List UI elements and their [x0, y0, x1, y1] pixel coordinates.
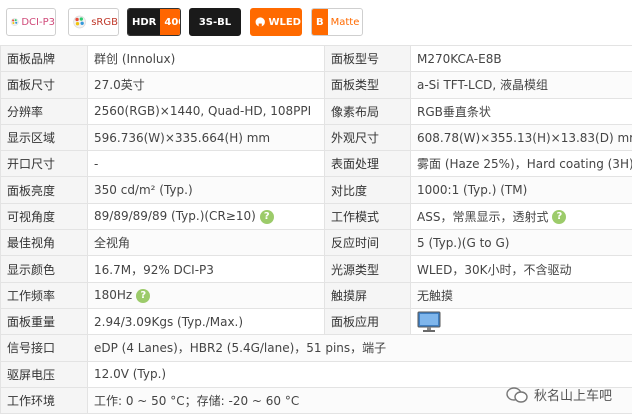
spec-label: 显示颜色	[0, 255, 88, 283]
spec-value: 89/89/89/89 (Typ.)(CR≥10)	[94, 209, 256, 224]
spec-value: RGB垂直条状	[410, 97, 632, 125]
badge-3s-bl: 3S-BL	[189, 8, 241, 36]
table-row: 显示区域 596.736(W)×335.664(H) mm 外观尺寸 608.7…	[0, 123, 632, 152]
help-icon[interactable]: ?	[136, 288, 151, 303]
help-icon[interactable]: ?	[259, 209, 274, 224]
spec-value: 16.7M，92% DCI-P3	[87, 255, 325, 283]
table-row: 最佳视角 全视角 反应时间 5 (Typ.)(G to G)	[0, 229, 632, 257]
spec-label: 工作模式	[324, 202, 411, 231]
spec-value: 27.0英寸	[87, 71, 325, 99]
spec-label: 对比度	[324, 176, 411, 204]
badge-label-matte: Matte	[330, 16, 360, 28]
spec-label: 最佳视角	[0, 229, 88, 257]
light-bulb-icon	[255, 17, 265, 27]
spec-value: WLED，30K小时，不含驱动	[410, 255, 632, 283]
spec-value: 596.736(W)×335.664(H) mm	[87, 123, 325, 152]
spec-value-cell	[410, 307, 632, 336]
spec-value: -	[87, 150, 325, 178]
spec-label: 表面处理	[324, 150, 411, 178]
monitor-icon	[417, 311, 441, 332]
table-row: 工作频率 180Hz? 触摸屏 无触摸	[0, 281, 632, 309]
spec-value-cell: 89/89/89/89 (Typ.)(CR≥10)?	[87, 202, 325, 231]
spec-value: 5 (Typ.)(G to G)	[410, 229, 632, 257]
panel-spec-table: 面板品牌 群创 (Innolux) 面板型号 M270KCA-E8B 面板尺寸 …	[0, 44, 632, 414]
spec-label: 触摸屏	[324, 281, 411, 309]
spec-value: 2560(RGB)×1440, Quad-HD, 108PPI	[87, 97, 325, 125]
spec-label: 显示区域	[0, 123, 88, 152]
badge-label: WLED	[268, 16, 301, 28]
spec-value: 全视角	[87, 229, 325, 257]
watermark-text: 秋名山上车吧	[533, 389, 612, 404]
watermark: 秋名山上车吧	[506, 385, 612, 404]
chat-bubble-icon	[506, 386, 528, 403]
badge-dci-p3: DCI-P3	[6, 8, 56, 36]
badge-hdr-400: HDR 400	[127, 8, 181, 36]
spec-value: 群创 (Innolux)	[87, 44, 325, 73]
spec-value: 350 cd/m² (Typ.)	[87, 176, 325, 204]
badge-wled: WLED	[250, 8, 302, 36]
spec-label: 可视角度	[0, 202, 88, 231]
table-row: 面板重量 2.94/3.09Kgs (Typ./Max.) 面板应用	[0, 307, 632, 336]
badge-label-hdr: HDR	[128, 9, 161, 35]
badge-label-b: B	[312, 9, 328, 35]
spec-label: 面板重量	[0, 307, 88, 336]
spec-label: 反应时间	[324, 229, 411, 257]
spec-value: eDP (4 Lanes)，HBR2 (5.4G/lane)，51 pins，端…	[87, 334, 632, 362]
spec-value: 2.94/3.09Kgs (Typ./Max.)	[87, 307, 325, 336]
spec-label: 外观尺寸	[324, 123, 411, 152]
spec-value: ASS，常黑显示，透射式	[417, 209, 549, 224]
feature-badge-bar: DCI-P3 sRGB HDR 400 3S-BL WLED B Matte	[0, 0, 632, 43]
spec-label: 光源类型	[324, 255, 411, 283]
palette-icon	[73, 15, 86, 29]
spec-label: 信号接口	[0, 334, 88, 362]
badge-matte: B Matte	[311, 8, 363, 36]
spec-value-cell: ASS，常黑显示，透射式?	[410, 202, 632, 231]
badge-srgb: sRGB	[68, 8, 119, 36]
table-row: 显示颜色 16.7M，92% DCI-P3 光源类型 WLED，30K小时，不含…	[0, 255, 632, 283]
spec-value: 1000:1 (Typ.) (TM)	[410, 176, 632, 204]
help-icon[interactable]: ?	[552, 210, 567, 225]
table-row: 面板亮度 350 cd/m² (Typ.) 对比度 1000:1 (Typ.) …	[0, 176, 632, 204]
table-row: 可视角度 89/89/89/89 (Typ.)(CR≥10)? 工作模式 ASS…	[0, 202, 632, 231]
table-row: 分辨率 2560(RGB)×1440, Quad-HD, 108PPI 像素布局…	[0, 97, 632, 125]
spec-label: 工作环境	[0, 386, 88, 414]
table-row: 信号接口 eDP (4 Lanes)，HBR2 (5.4G/lane)，51 p…	[0, 334, 632, 362]
badge-label: sRGB	[91, 16, 118, 28]
spec-label: 面板品牌	[0, 44, 88, 73]
spec-label: 面板亮度	[0, 176, 88, 204]
spec-label: 面板型号	[324, 44, 411, 73]
table-row: 面板尺寸 27.0英寸 面板类型 a-Si TFT-LCD, 液晶模组	[0, 71, 632, 99]
spec-value: 12.0V (Typ.)	[87, 360, 632, 388]
spec-value: 608.78(W)×355.13(H)×13.83(D) mm	[410, 123, 632, 152]
spec-label: 像素布局	[324, 97, 411, 125]
badge-label: 3S-BL	[198, 16, 232, 28]
spec-value: 雾面 (Haze 25%)，Hard coating (3H)	[410, 150, 632, 178]
spec-label: 面板应用	[324, 307, 411, 336]
spec-label: 面板类型	[324, 71, 411, 99]
spec-label: 工作频率	[0, 281, 88, 309]
spec-label: 面板尺寸	[0, 71, 88, 99]
spec-value: a-Si TFT-LCD, 液晶模组	[410, 71, 632, 99]
spec-label: 分辨率	[0, 97, 88, 125]
table-row: 驱屏电压 12.0V (Typ.)	[0, 360, 632, 388]
spec-value: 180Hz	[94, 288, 133, 303]
spec-value-cell: 180Hz?	[87, 281, 325, 309]
table-row: 面板品牌 群创 (Innolux) 面板型号 M270KCA-E8B	[0, 44, 632, 73]
badge-label: DCI-P3	[21, 16, 55, 28]
table-row: 开口尺寸 - 表面处理 雾面 (Haze 25%)，Hard coating (…	[0, 150, 632, 178]
palette-icon	[10, 18, 19, 26]
badge-label-400: 400	[160, 9, 180, 35]
spec-value: 无触摸	[410, 281, 632, 309]
spec-label: 开口尺寸	[0, 150, 88, 178]
spec-value: M270KCA-E8B	[410, 44, 632, 73]
spec-label: 驱屏电压	[0, 360, 88, 388]
